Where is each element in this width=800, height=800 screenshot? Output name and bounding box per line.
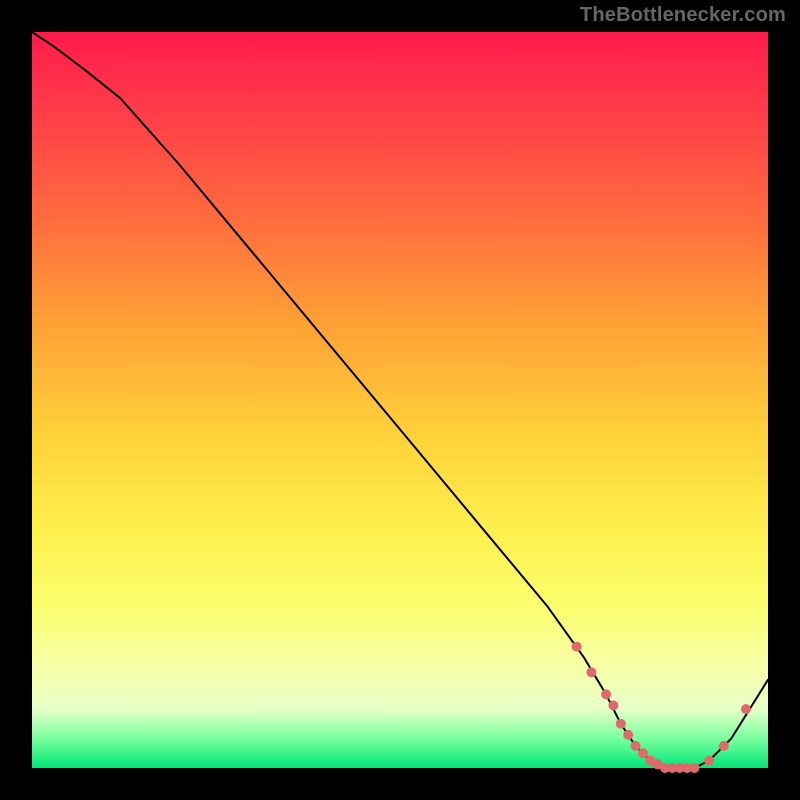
- marker-dot: [601, 689, 611, 699]
- marker-dot: [741, 704, 751, 714]
- marker-dot: [572, 642, 582, 652]
- stage: TheBottlenecker.com: [0, 0, 800, 800]
- marker-dot: [704, 756, 714, 766]
- marker-dot: [689, 763, 699, 773]
- marker-dot: [586, 667, 596, 677]
- watermark-text: TheBottlenecker.com: [580, 4, 786, 27]
- marker-dot: [616, 719, 626, 729]
- marker-dot: [719, 741, 729, 751]
- curve-line: [32, 32, 768, 768]
- marker-dot: [623, 730, 633, 740]
- marker-dot: [608, 700, 618, 710]
- marker-group: [572, 642, 751, 773]
- marker-dot: [638, 748, 648, 758]
- marker-dot: [631, 741, 641, 751]
- plot-area: [32, 32, 768, 768]
- plot-overlay: [32, 32, 768, 768]
